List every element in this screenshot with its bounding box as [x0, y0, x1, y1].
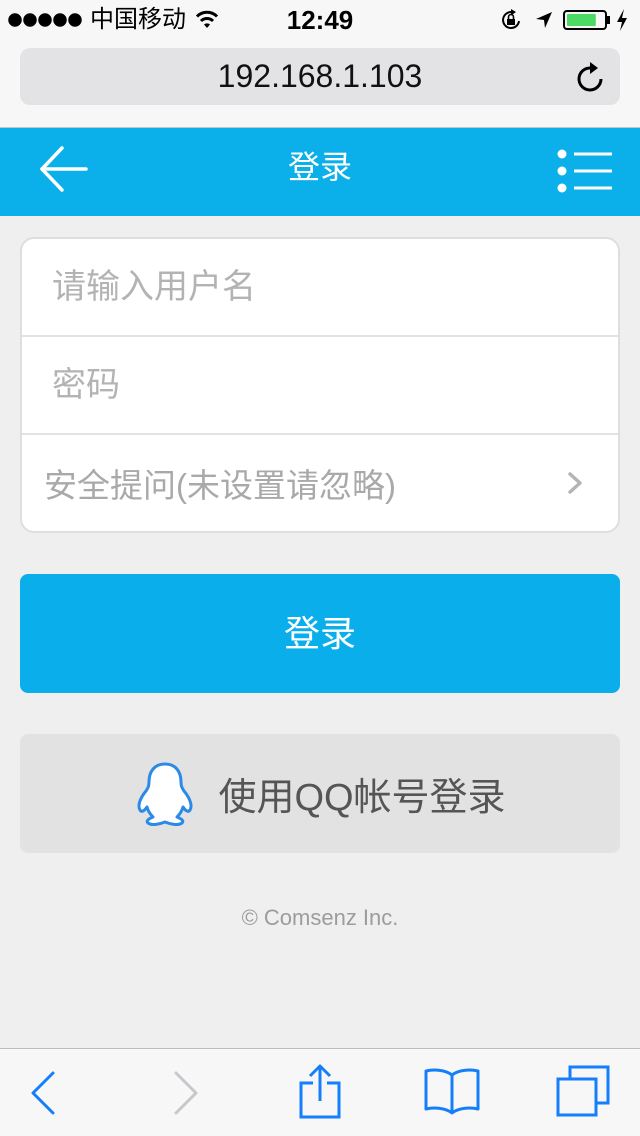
qq-penguin-icon: [137, 762, 193, 826]
location-arrow-icon: [536, 12, 552, 28]
chevron-left-icon: [31, 1071, 55, 1115]
reload-icon: [577, 62, 603, 92]
share-icon: [299, 1064, 341, 1119]
chevron-right-icon: [568, 472, 582, 494]
toolbar-tabs-button[interactable]: [556, 1065, 610, 1117]
charging-bolt-icon: [617, 9, 627, 31]
toolbar-forward-button[interactable]: [173, 1071, 199, 1115]
signal-dot: [68, 13, 82, 27]
reload-button[interactable]: [576, 60, 606, 92]
signal-dot: [8, 13, 22, 27]
login-form: 安全提问(未设置请忽略): [20, 237, 620, 533]
copyright-footer: © Comsenz Inc.: [241, 905, 399, 930]
browser-toolbar: [0, 1048, 640, 1136]
signal-dot: [38, 13, 52, 27]
carrier-name: 中国移动: [90, 6, 186, 33]
menu-list-icon: [557, 149, 612, 193]
signal-dots-icon: [8, 13, 82, 27]
app-header: 登录: [0, 128, 640, 216]
address-bar[interactable]: 192.168.1.103: [20, 48, 620, 105]
header-menu-button[interactable]: [552, 146, 616, 196]
browser-chrome: 中国移动 12:49 192.168.1.103: [0, 0, 640, 128]
toolbar-bookmarks-button[interactable]: [424, 1067, 480, 1115]
tabs-icon: [556, 1065, 610, 1117]
toolbar-share-button[interactable]: [298, 1063, 342, 1119]
battery-icon: [563, 10, 610, 30]
login-button[interactable]: 登录: [20, 574, 620, 693]
password-input[interactable]: [22, 337, 618, 433]
battery-level-fill: [567, 14, 596, 26]
qq-login-label: 使用QQ帐号登录: [218, 777, 506, 819]
security-question-select[interactable]: 安全提问(未设置请忽略): [22, 433, 618, 531]
password-row: [22, 335, 618, 433]
rotation-lock-icon: [502, 9, 520, 30]
book-icon: [424, 1068, 480, 1115]
header-back-button[interactable]: [36, 142, 92, 196]
security-question-value: 安全提问(未设置请忽略): [44, 467, 396, 504]
wifi-icon: [195, 10, 219, 28]
phone-screen: 中国移动 12:49 192.168.1.103 登录 请输入用户名 安全提问(…: [0, 0, 640, 1136]
qq-login-button[interactable]: 使用QQ帐号登录: [20, 734, 620, 853]
username-input[interactable]: [22, 239, 618, 335]
signal-dot: [53, 13, 67, 27]
url-text[interactable]: 192.168.1.103: [80, 48, 560, 105]
username-row: [22, 239, 618, 335]
toolbar-back-button[interactable]: [30, 1071, 56, 1115]
status-time: 12:49: [286, 5, 354, 35]
page-title: 登录: [287, 149, 352, 185]
chevron-right-icon: [174, 1071, 198, 1115]
signal-dot: [23, 13, 37, 27]
back-arrow-icon: [40, 146, 88, 192]
